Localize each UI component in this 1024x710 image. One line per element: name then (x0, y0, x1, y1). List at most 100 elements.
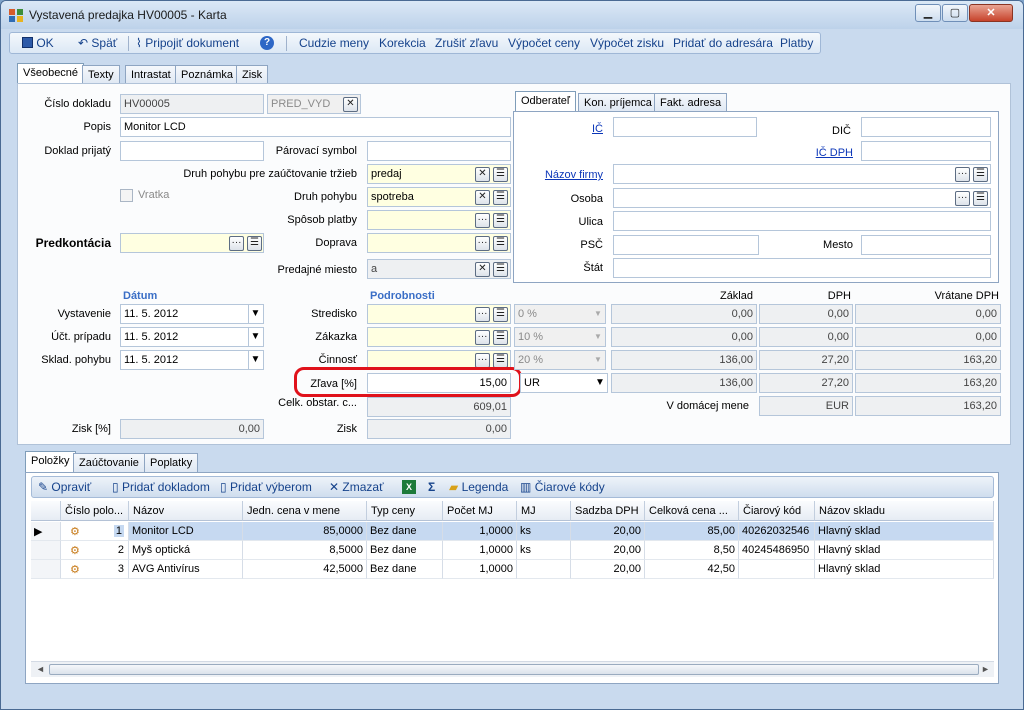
cancel-discount-button[interactable]: Zrušiť zľavu (435, 36, 498, 50)
accounting-date-field[interactable]: 11. 5. 2012 (120, 327, 264, 347)
add-by-document-button[interactable]: ▯ Pridať dokladom (112, 480, 210, 494)
icdph-field[interactable] (861, 141, 991, 161)
grid-header-unit[interactable]: MJ (517, 501, 571, 521)
list-icon[interactable]: ☰ (493, 262, 508, 277)
chevron-down-icon[interactable]: ▼ (591, 351, 605, 369)
tab-general[interactable]: Všeobecné (17, 63, 85, 84)
doc-received-label: Doklad prijatý (44, 145, 111, 157)
list-icon[interactable]: ☰ (493, 236, 508, 251)
clear-icon[interactable]: ✕ (475, 190, 490, 205)
company-name-field[interactable] (613, 164, 991, 184)
profit-calc-button[interactable]: Výpočet zisku (590, 36, 664, 50)
doc-received-field[interactable] (120, 141, 264, 161)
grid-header-vat-rate[interactable]: Sadzba DPH (571, 501, 645, 521)
list-icon[interactable]: ☰ (973, 191, 988, 206)
more-icon[interactable]: ··· (475, 307, 490, 322)
tab-texts[interactable]: Texty (82, 65, 120, 84)
add-to-address-book-button[interactable]: Pridať do adresára (673, 36, 773, 50)
excel-icon[interactable]: X (402, 480, 416, 494)
grid-header-unit-price[interactable]: Jedn. cena v mene (243, 501, 367, 521)
list-icon[interactable]: ☰ (493, 167, 508, 182)
add-by-selection-button[interactable]: ▯ Pridať výberom (220, 480, 312, 494)
chevron-down-icon[interactable]: ▼ (591, 305, 605, 323)
stock-date-field[interactable]: 11. 5. 2012 (120, 350, 264, 370)
tab-fees[interactable]: Poplatky (144, 453, 199, 472)
list-icon[interactable]: ☰ (493, 190, 508, 205)
more-icon[interactable]: ··· (955, 167, 970, 182)
tab-customer[interactable]: Odberateľ (515, 91, 577, 112)
tab-accounting[interactable]: Zaúčtovanie (73, 453, 145, 472)
back-button[interactable]: ↶ Späť (78, 36, 117, 50)
city-field[interactable] (861, 235, 991, 255)
grid-header-barcode[interactable]: Čiarový kód (739, 501, 815, 521)
icdph-link[interactable]: IČ DPH (791, 147, 853, 159)
grid-header-quantity[interactable]: Počet MJ (443, 501, 517, 521)
scrollbar-thumb[interactable] (49, 664, 979, 675)
street-field[interactable] (613, 211, 991, 231)
grid-header-item-number[interactable]: Číslo polo... (61, 501, 129, 521)
scroll-left-icon[interactable]: ◄ (36, 664, 45, 674)
more-icon[interactable]: ··· (475, 353, 490, 368)
tab-note[interactable]: Poznámka (175, 65, 239, 84)
ok-button[interactable]: OK (22, 36, 54, 50)
maximize-button[interactable]: ▢ (942, 4, 968, 22)
close-button[interactable]: ✕ (969, 4, 1013, 22)
correction-button[interactable]: Korekcia (379, 36, 426, 50)
grid-header-total-price[interactable]: Celková cena ... (645, 501, 739, 521)
chevron-down-icon[interactable]: ▼ (591, 328, 605, 346)
barcodes-button[interactable]: ▥ Čiarové kódy (520, 480, 605, 494)
ico-link[interactable]: IČ (561, 123, 603, 135)
description-field[interactable]: Monitor LCD (120, 117, 511, 137)
tab-invoice-address[interactable]: Fakt. adresa (654, 93, 728, 112)
horizontal-scrollbar[interactable]: ◄ ► (31, 661, 994, 677)
payments-button[interactable]: Platby (780, 36, 813, 50)
legend-button[interactable]: ▰ Legenda (449, 480, 508, 494)
sum-icon[interactable]: Σ (428, 480, 435, 494)
domestic-currency: EUR (759, 396, 853, 416)
tab-intrastat[interactable]: Intrastat (125, 65, 177, 84)
person-field[interactable] (613, 188, 991, 208)
chevron-down-icon[interactable]: ▼ (593, 374, 607, 392)
list-icon[interactable]: ☰ (493, 213, 508, 228)
list-icon[interactable]: ☰ (493, 330, 508, 345)
list-icon[interactable]: ☰ (493, 307, 508, 322)
edit-button[interactable]: ✎ Opraviť (38, 480, 91, 494)
more-icon[interactable]: ··· (955, 191, 970, 206)
minimize-button[interactable]: ▁ (915, 4, 941, 22)
scroll-right-icon[interactable]: ► (981, 664, 990, 674)
clear-icon[interactable]: ✕ (475, 167, 490, 182)
more-icon[interactable]: ··· (475, 236, 490, 251)
list-icon[interactable]: ☰ (493, 353, 508, 368)
more-icon[interactable]: ··· (229, 236, 244, 251)
more-icon[interactable]: ··· (475, 330, 490, 345)
pairing-symbol-field[interactable] (367, 141, 511, 161)
zip-field[interactable] (613, 235, 759, 255)
tab-profit[interactable]: Zisk (236, 65, 269, 84)
list-icon[interactable]: ☰ (247, 236, 262, 251)
return-checkbox[interactable] (120, 189, 133, 202)
chevron-down-icon[interactable]: ▼ (248, 328, 262, 346)
grid-header-name[interactable]: Názov (129, 501, 243, 521)
more-icon[interactable]: ··· (475, 213, 490, 228)
grid-header-price-type[interactable]: Typ ceny (367, 501, 443, 521)
doc-number-field[interactable]: HV00005 (120, 94, 264, 114)
chevron-down-icon[interactable]: ▼ (248, 305, 262, 323)
delete-button[interactable]: ✕ Zmazať (329, 480, 384, 494)
country-field[interactable] (613, 258, 991, 278)
grid-header-warehouse[interactable]: Názov skladu (815, 501, 994, 521)
chevron-down-icon[interactable]: ▼ (248, 351, 262, 369)
dic-field[interactable] (861, 117, 991, 137)
tab-consignee[interactable]: Kon. príjemca (578, 93, 658, 112)
attach-document-button[interactable]: ⌇ Pripojiť dokument (136, 36, 239, 50)
clear-icon[interactable]: ✕ (343, 97, 358, 112)
price-calc-button[interactable]: Výpočet ceny (508, 36, 580, 50)
tab-items[interactable]: Položky (25, 451, 76, 472)
clear-icon[interactable]: ✕ (475, 262, 490, 277)
help-icon[interactable]: ? (260, 36, 274, 50)
ico-field[interactable] (613, 117, 757, 137)
domestic-total: 163,20 (855, 396, 1001, 416)
foreign-currency-button[interactable]: Cudzie meny (299, 36, 369, 50)
list-icon[interactable]: ☰ (973, 167, 988, 182)
issue-date-field[interactable]: 11. 5. 2012 (120, 304, 264, 324)
company-name-link[interactable]: Názov firmy (531, 169, 603, 181)
